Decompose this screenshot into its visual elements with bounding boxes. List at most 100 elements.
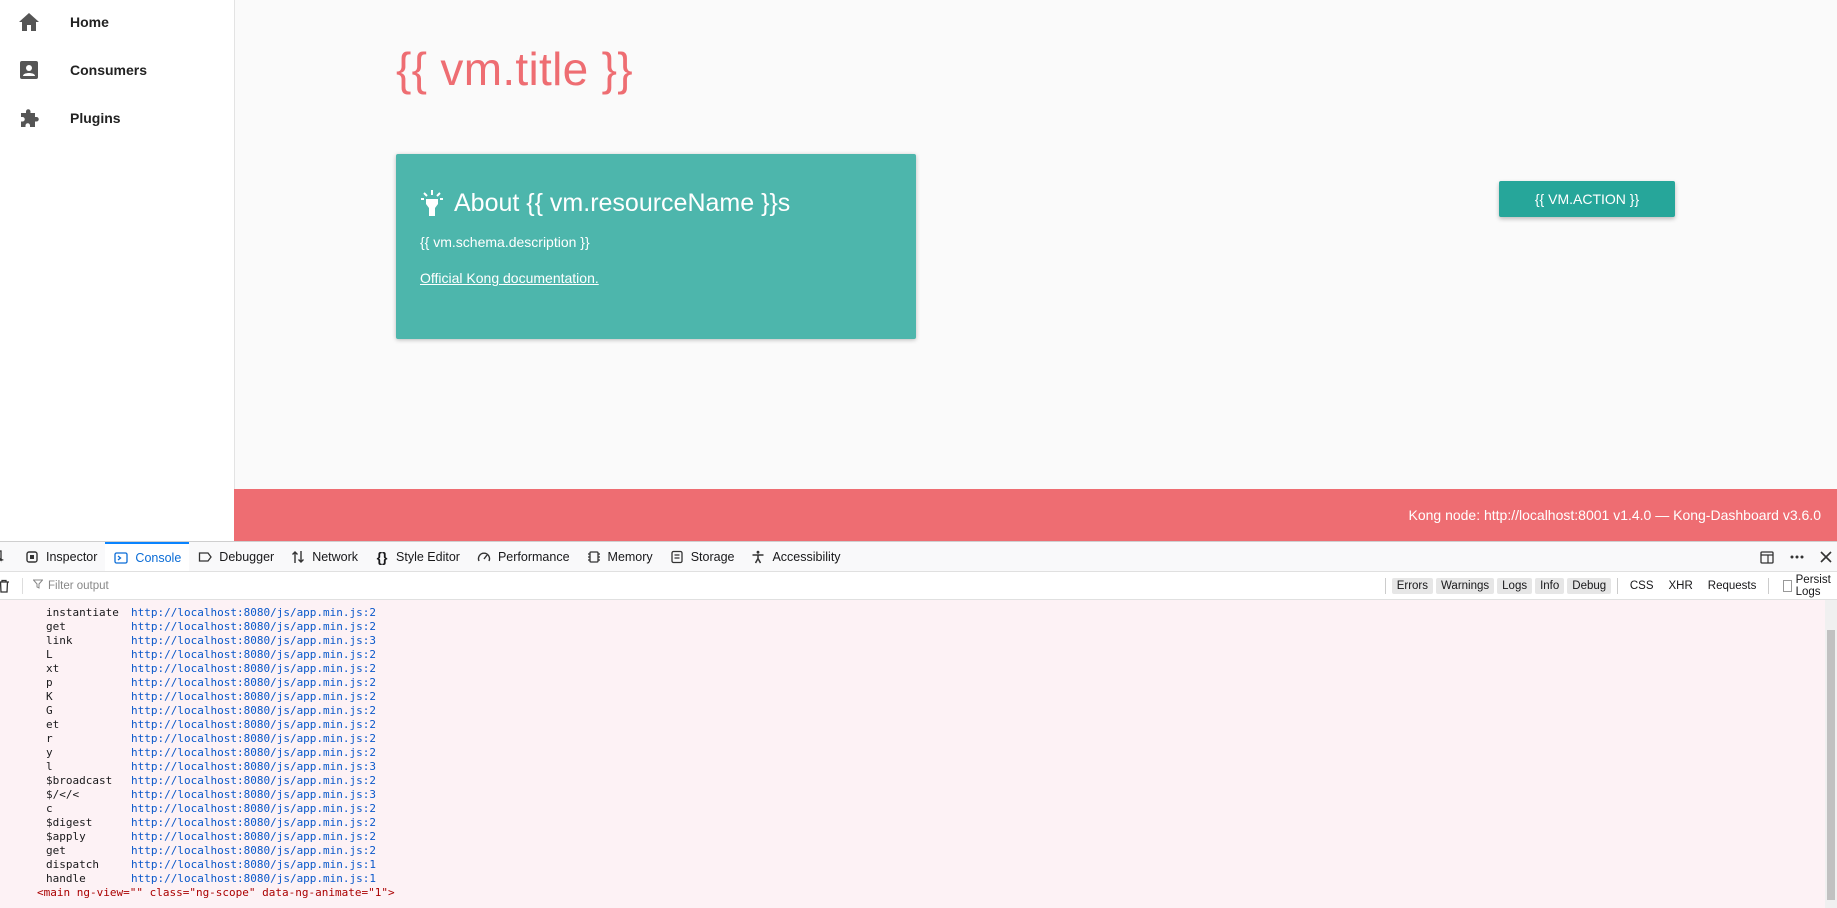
filter-errors-button[interactable]: Errors [1391,577,1433,594]
stack-frame-url[interactable]: http://localhost:8080/js/app.min.js:2 [131,732,376,746]
sidebar-item-plugins[interactable]: Plugins [0,94,234,142]
stack-frame-row: link http://localhost:8080/js/app.min.js:… [0,634,1825,648]
tab-console[interactable]: Console [105,542,190,571]
tab-memory[interactable]: Memory [578,542,661,571]
action-button[interactable]: {{ VM.ACTION }} [1499,181,1675,217]
tab-debugger[interactable]: Debugger [189,542,282,571]
stack-frame-row: $/</< http://localhost:8080/js/app.min.js… [0,788,1825,802]
stack-frame-row: dispatch http://localhost:8080/js/app.min… [0,858,1825,872]
lightbulb-icon [420,188,444,218]
stack-frame-url[interactable]: http://localhost:8080/js/app.min.js:2 [131,620,376,634]
stack-frame-url[interactable]: http://localhost:8080/js/app.min.js:1 [131,872,376,886]
filter-warnings-button[interactable]: Warnings [1436,577,1495,594]
sidebar: Home Consumers Plugins [0,0,235,541]
filter-placeholder: Filter output [48,579,109,592]
tab-performance[interactable]: Performance [468,542,578,571]
tab-accessibility[interactable]: Accessibility [742,542,848,571]
stack-frame-function: instantiate [46,606,119,619]
stack-frame-url[interactable]: http://localhost:8080/js/app.min.js:3 [131,788,376,802]
close-icon[interactable] [1819,550,1833,564]
tab-storage[interactable]: Storage [661,542,743,571]
tab-network[interactable]: Network [282,542,366,571]
about-card: About {{ vm.resourceName }}s {{ vm.schem… [396,154,916,339]
stack-frame-url[interactable]: http://localhost:8080/js/app.min.js:2 [131,802,376,816]
tab-label: Memory [607,549,653,564]
stack-frame-url[interactable]: http://localhost:8080/js/app.min.js:2 [131,676,376,690]
element-picker-button[interactable] [0,542,16,571]
stack-frame-url[interactable]: http://localhost:8080/js/app.min.js:2 [131,816,376,830]
stack-frame-function: y [46,746,53,759]
stack-frame-function: L [46,648,53,661]
filter-debug-button[interactable]: Debug [1567,577,1612,594]
filter-xhr-button[interactable]: XHR [1663,578,1699,594]
stack-frame-row: et http://localhost:8080/js/app.min.js:2 [0,718,1825,732]
stack-frame-row: c http://localhost:8080/js/app.min.js:2 [0,802,1825,816]
tab-label: Network [312,549,359,564]
console-output: instantiate http://localhost:8080/js/app.… [0,600,1825,908]
sidebar-item-consumers[interactable]: Consumers [0,46,234,94]
dock-toggle-icon[interactable] [1759,549,1775,565]
stack-frame-row: Khttp://localhost:8080/js/app.min.js:2 [0,690,1825,704]
tab-style-editor[interactable]: {} Style Editor [366,542,468,571]
stack-frame-row: get http://localhost:8080/js/app.min.js:2 [0,620,1825,634]
tab-label: Style Editor [396,549,460,564]
stack-frame-url[interactable]: http://localhost:8080/js/app.min.js:1 [131,858,376,872]
stack-frame-url[interactable]: http://localhost:8080/js/app.min.js:2 [131,690,376,704]
stack-frame-function: $digest [46,816,93,829]
kong-docs-link[interactable]: Official Kong documentation. [420,270,599,286]
card-description: {{ vm.schema.description }} [420,234,590,250]
stack-frame-url[interactable]: http://localhost:8080/js/app.min.js:2 [131,704,376,718]
performance-icon [476,549,492,565]
trash-icon[interactable] [0,577,23,594]
persist-logs-label: Persist Logs [1795,573,1831,598]
puzzle-icon [18,107,40,129]
filter-input[interactable]: Filter output [32,579,1133,592]
stack-frame-row: r http://localhost:8080/js/app.min.js:2 [0,732,1825,746]
console-scrollbar[interactable] [1825,600,1837,908]
page-title: {{ vm.title }} [396,43,633,95]
tab-label: Inspector [46,549,98,564]
filter-icon [32,579,44,592]
sidebar-item-label: Plugins [70,110,121,126]
stack-frame-row: y http://localhost:8080/js/app.min.js:2 [0,746,1825,760]
stack-frame-row: xt http://localhost:8080/js/app.min.js:2 [0,662,1825,676]
stack-frame-function: r [46,732,53,745]
stack-frame-function: $/</< [46,788,80,801]
stack-frame-url[interactable]: http://localhost:8080/js/app.min.js:2 [131,774,376,788]
stack-frame-row: p http://localhost:8080/js/app.min.js:2 [0,676,1825,690]
stack-frame-url[interactable]: http://localhost:8080/js/app.min.js:3 [131,760,376,774]
filter-info-button[interactable]: Info [1535,577,1565,594]
devtools-panel: Inspector Console Debugger Network {} St… [0,541,1837,908]
stack-frame-url[interactable]: http://localhost:8080/js/app.min.js:3 [131,634,376,648]
tab-label: Storage [690,549,735,564]
stack-frame-url[interactable]: http://localhost:8080/js/app.min.js:2 [131,662,376,676]
checkbox-box[interactable] [1783,579,1792,592]
persist-logs-checkbox[interactable]: Persist Logs [1783,574,1837,598]
more-options-icon[interactable] [1789,549,1805,565]
memory-icon [586,549,602,565]
picker-icon [0,549,5,565]
devtools-toolbar: Inspector Console Debugger Network {} St… [0,542,1837,572]
filter-css-button[interactable]: CSS [1624,578,1660,594]
tab-inspector[interactable]: Inspector [16,542,105,571]
inspector-icon [24,549,40,565]
markup-line[interactable]: <main ng-view="" class="ng-scope" data-n… [0,886,1825,900]
stack-frame-url[interactable]: http://localhost:8080/js/app.min.js:2 [131,844,376,858]
stack-frame-function: c [46,802,53,815]
scrollbar-thumb[interactable] [1827,630,1835,900]
divider [1617,577,1618,594]
filter-requests-button[interactable]: Requests [1702,578,1763,594]
divider [1768,577,1770,594]
stack-frame-url[interactable]: http://localhost:8080/js/app.min.js:2 [131,830,376,844]
stack-frame-function: dispatch [46,858,99,871]
stack-frame-url[interactable]: http://localhost:8080/js/app.min.js:2 [131,746,376,760]
stack-frame-url[interactable]: http://localhost:8080/js/app.min.js:2 [131,648,376,662]
sidebar-item-label: Consumers [70,62,148,78]
stack-frame-function: get [46,844,66,857]
filter-logs-button[interactable]: Logs [1497,577,1533,594]
stack-frame-url[interactable]: http://localhost:8080/js/app.min.js:2 [131,606,376,620]
sidebar-item-home[interactable]: Home [0,0,234,46]
stack-frame-function: $broadcast [46,774,113,787]
stack-frame-function: handle [46,872,86,885]
stack-frame-url[interactable]: http://localhost:8080/js/app.min.js:2 [131,718,376,732]
